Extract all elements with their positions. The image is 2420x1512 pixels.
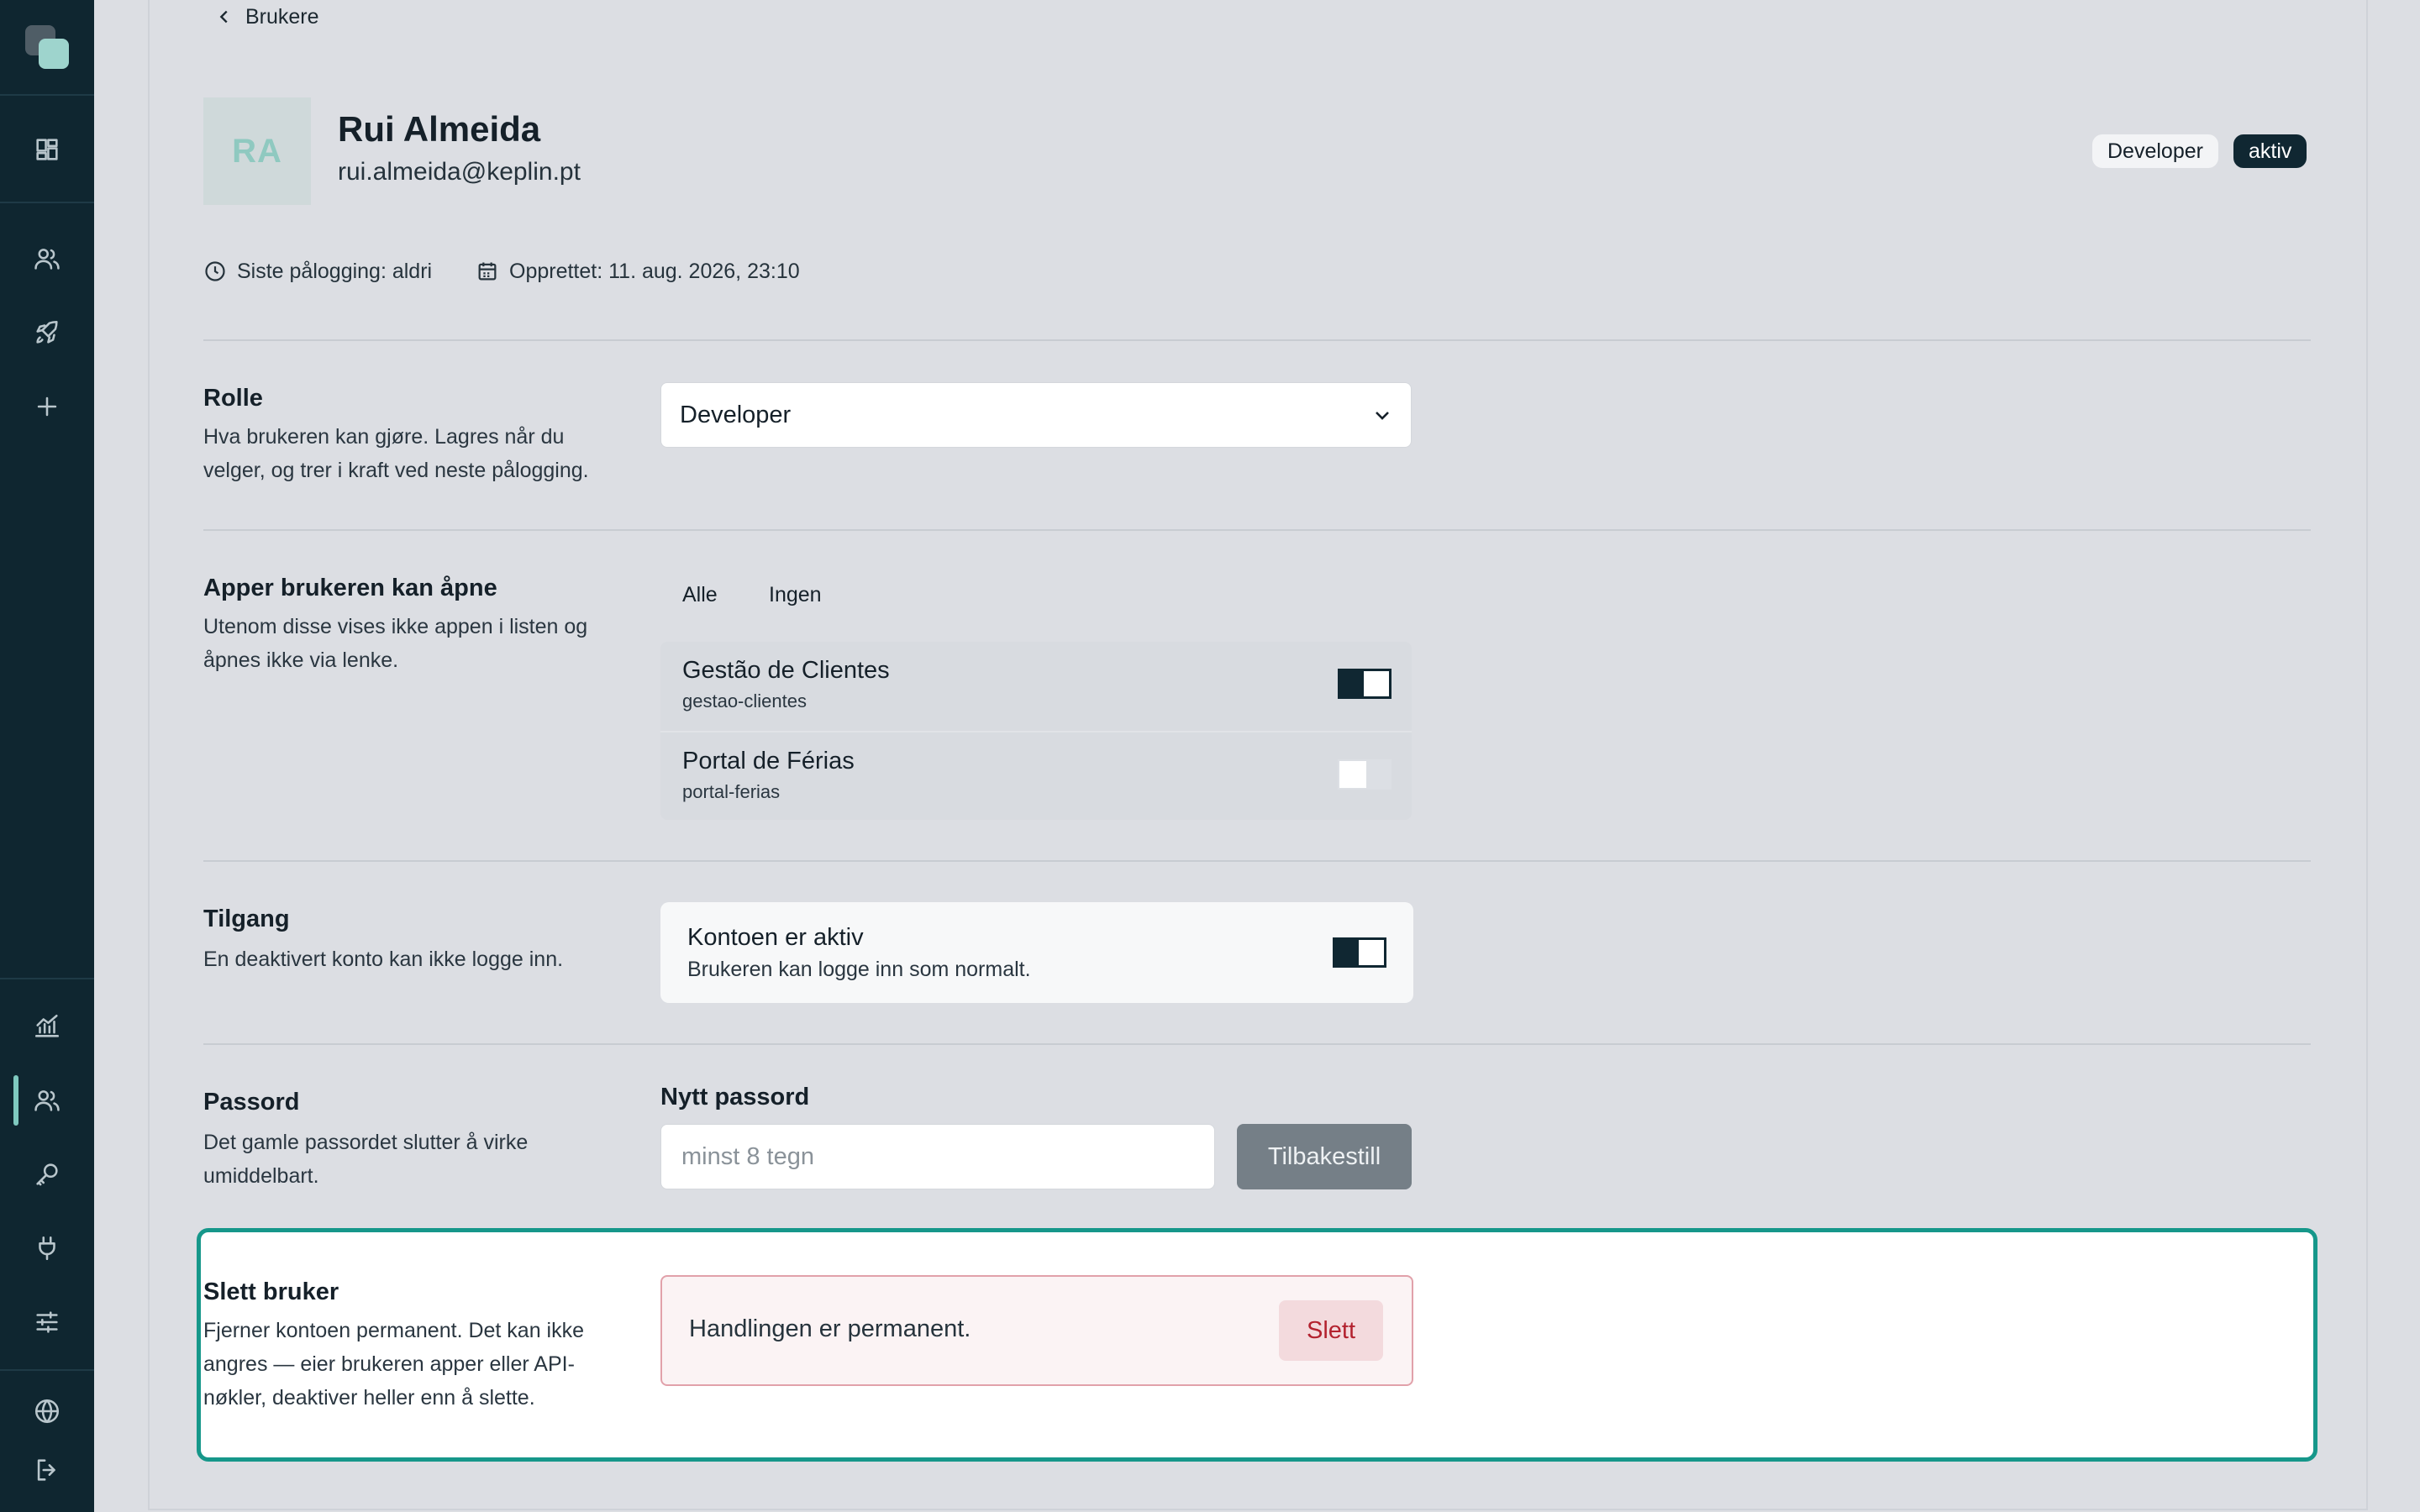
app-name: Gestão de Clientes xyxy=(682,657,890,684)
role-select[interactable]: Developer xyxy=(660,382,1412,448)
account-active-title: Kontoen er aktiv xyxy=(687,924,864,951)
analytics-icon[interactable] xyxy=(30,1010,64,1043)
account-active-subtitle: Brukeren kan logge inn som normalt. xyxy=(687,958,1031,981)
settings-sliders-icon[interactable] xyxy=(30,1305,64,1339)
role-select-value: Developer xyxy=(680,401,792,428)
created-text: Opprettet: 11. aug. 2026, 23:10 xyxy=(509,259,800,283)
sidebar xyxy=(0,0,94,1512)
list-item: Portal de Férias portal-ferias xyxy=(660,732,1412,822)
back-link[interactable]: Brukere xyxy=(215,2,319,32)
chevron-down-icon xyxy=(1376,412,1389,420)
user-email: rui.almeida@keplin.pt xyxy=(338,158,581,186)
sidebar-divider xyxy=(0,1369,94,1371)
app-slug: portal-ferias xyxy=(682,781,781,802)
delete-description: Fjerner kontoen permanent. Det kan ikke … xyxy=(203,1319,585,1410)
new-password-label: Nytt passord xyxy=(660,1084,810,1110)
new-password-input[interactable] xyxy=(660,1124,1215,1189)
select-none-button[interactable]: Ingen xyxy=(769,583,822,607)
status-badge: aktiv xyxy=(2233,134,2307,168)
app-slug: gestao-clientes xyxy=(682,690,807,711)
back-label: Brukere xyxy=(245,4,319,29)
plug-icon[interactable] xyxy=(30,1231,64,1265)
section-divider xyxy=(203,860,2311,862)
app-name: Portal de Férias xyxy=(682,748,855,774)
list-item: Gestão de Clientes gestao-clientes xyxy=(660,642,1412,732)
dashboard-icon[interactable] xyxy=(30,133,64,166)
password-description: Det gamle passordet slutter å virke umid… xyxy=(203,1131,529,1188)
apps-title: Apper brukeren kan åpne xyxy=(203,575,497,601)
delete-warning-card: Handlingen er permanent. Slett xyxy=(660,1275,1413,1386)
app-list: Gestão de Clientes gestao-clientes Porta… xyxy=(660,642,1412,820)
app-logo[interactable] xyxy=(25,25,69,69)
key-icon[interactable] xyxy=(30,1158,64,1191)
logout-icon[interactable] xyxy=(30,1453,64,1487)
password-title: Passord xyxy=(203,1089,300,1116)
section-divider xyxy=(203,339,2311,341)
account-active-card: Kontoen er aktiv Brukeren kan logge inn … xyxy=(660,902,1413,1003)
avatar: RA xyxy=(203,97,311,205)
users-icon[interactable] xyxy=(30,242,64,276)
sidebar-divider xyxy=(0,978,94,979)
calendar-icon xyxy=(478,262,497,281)
app-toggle-gestao-clientes[interactable] xyxy=(1338,669,1392,699)
last-login: Siste pålogging: aldri xyxy=(203,257,432,286)
sidebar-divider xyxy=(0,202,94,203)
active-nav-indicator xyxy=(13,1075,18,1126)
chevron-left-icon xyxy=(219,10,228,24)
apps-description: Utenom disse vises ikke appen i listen o… xyxy=(203,615,588,672)
delete-user-button[interactable]: Slett xyxy=(1279,1300,1383,1361)
rocket-icon[interactable] xyxy=(30,316,64,349)
account-active-toggle[interactable] xyxy=(1333,937,1386,968)
access-description: En deaktivert konto kan ikke logge inn. xyxy=(203,948,564,971)
app-toggle-portal-ferias[interactable] xyxy=(1338,759,1392,790)
role-description: Hva brukeren kan gjøre. Lagres når du ve… xyxy=(203,425,589,482)
users-icon[interactable] xyxy=(30,1084,64,1117)
reset-password-button[interactable]: Tilbakestill xyxy=(1237,1124,1412,1189)
last-login-text: Siste pålogging: aldri xyxy=(237,259,433,283)
delete-warning-text: Handlingen er permanent. xyxy=(689,1315,971,1342)
role-badge: Developer xyxy=(2092,134,2218,168)
delete-title: Slett bruker xyxy=(203,1278,339,1305)
created-date: Opprettet: 11. aug. 2026, 23:10 xyxy=(476,257,800,286)
plus-icon[interactable] xyxy=(30,390,64,423)
section-divider xyxy=(203,529,2311,531)
section-divider xyxy=(203,1043,2311,1045)
user-name: Rui Almeida xyxy=(338,109,541,149)
role-title: Rolle xyxy=(203,385,263,412)
globe-icon[interactable] xyxy=(30,1394,64,1428)
access-title: Tilgang xyxy=(203,906,290,932)
select-all-button[interactable]: Alle xyxy=(682,583,718,607)
clock-icon xyxy=(205,261,225,281)
sidebar-divider xyxy=(0,94,94,96)
